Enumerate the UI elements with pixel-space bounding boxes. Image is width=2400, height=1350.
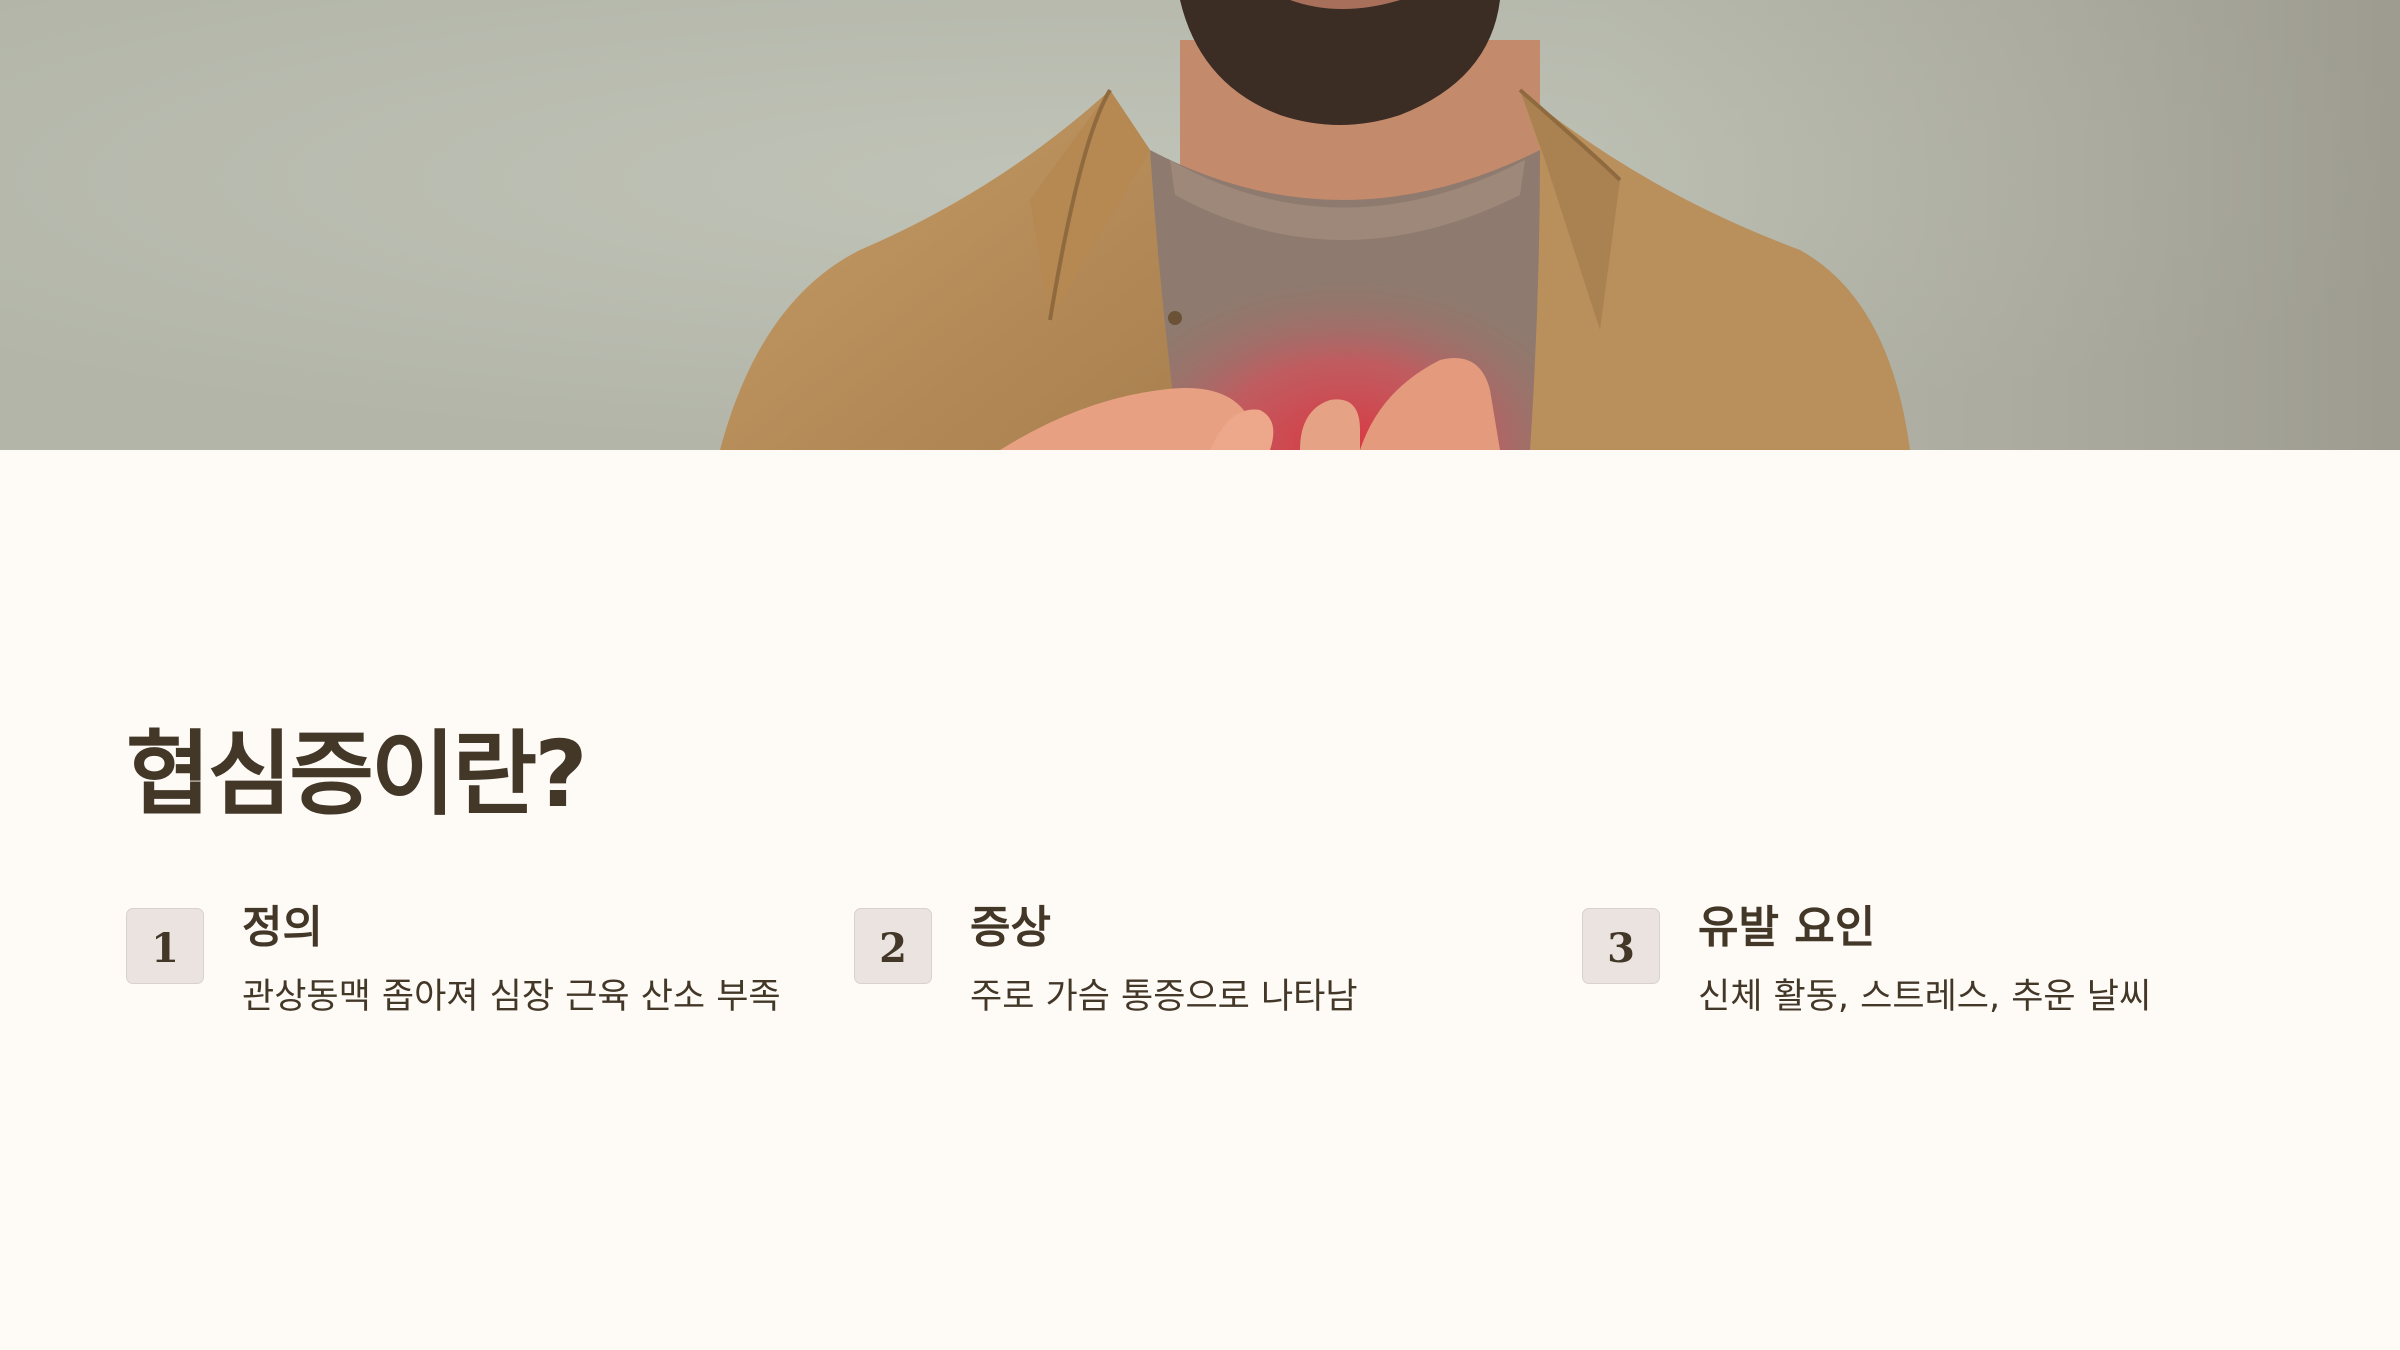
item-heading: 증상 <box>970 902 1051 953</box>
list-item-triggers: 3 유발 요인 신체 활동, 스트레스, 추운 날씨 <box>1582 902 2262 1105</box>
number-badge-label: 3 <box>1607 925 1635 972</box>
item-description: 신체 활동, 스트레스, 추운 날씨 <box>1698 977 2152 1017</box>
item-heading: 정의 <box>242 902 323 953</box>
content-section: 협심증이란? 1 정의 관상동맥 좁아져 심장 근육 산소 부족 2 증상 주로… <box>0 450 2400 1350</box>
number-badge-label: 2 <box>879 925 907 972</box>
number-badge: 3 <box>1582 908 1660 984</box>
man-holding-chest-photo <box>0 0 2400 450</box>
item-description: 관상동맥 좁아져 심장 근육 산소 부족 <box>242 977 781 1017</box>
number-badge: 1 <box>126 908 204 984</box>
page-title: 협심증이란? <box>126 721 588 828</box>
item-description: 주로 가슴 통증으로 나타남 <box>970 977 1358 1017</box>
number-badge: 2 <box>854 908 932 984</box>
number-badge-label: 1 <box>151 925 179 972</box>
list-item-definition: 1 정의 관상동맥 좁아져 심장 근육 산소 부족 <box>126 902 806 1105</box>
hero-image <box>0 0 2400 450</box>
list-item-symptoms: 2 증상 주로 가슴 통증으로 나타남 <box>854 902 1534 1105</box>
item-heading: 유발 요인 <box>1698 902 1876 953</box>
